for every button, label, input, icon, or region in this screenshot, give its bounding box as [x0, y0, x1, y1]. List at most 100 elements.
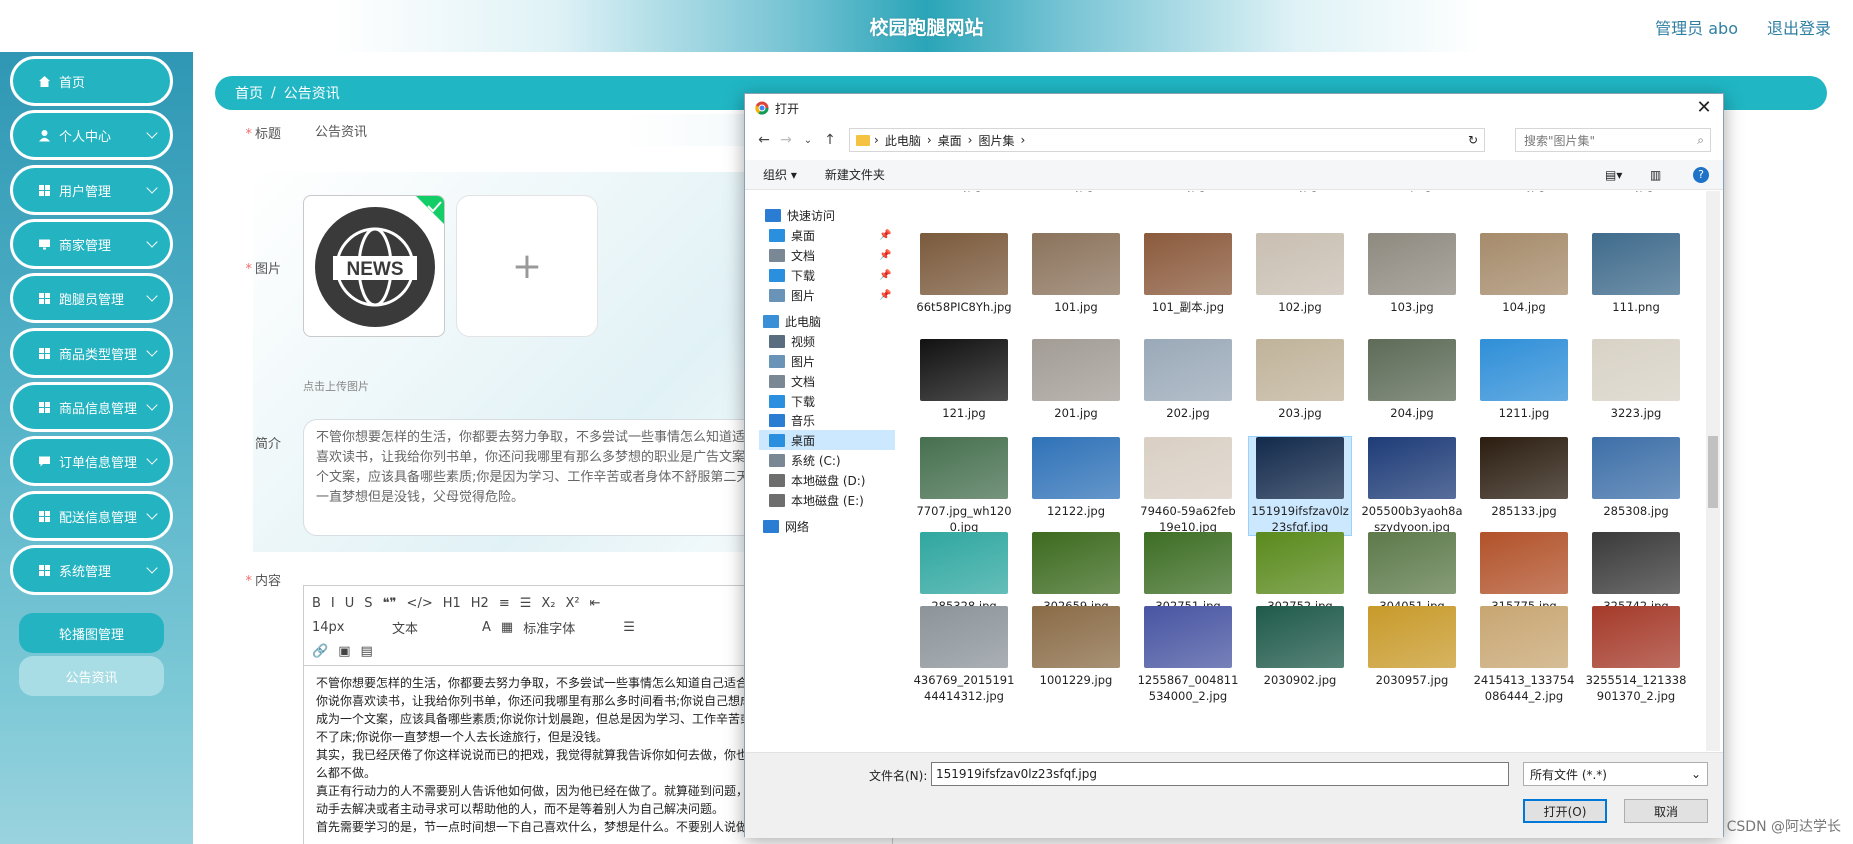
editor-tool-button[interactable]: ☰ [520, 596, 532, 611]
nav-tree-item[interactable]: 下载 [745, 391, 895, 411]
bg-color-icon[interactable]: ▦ [501, 620, 513, 635]
help-icon[interactable]: ? [1693, 166, 1709, 183]
file-tile[interactable]: 151919ifsfzav0lz23sfqf.jpg [1248, 436, 1352, 536]
editor-tool-button[interactable]: ⇤ [590, 596, 601, 611]
back-arrow-icon[interactable]: ← [753, 132, 775, 148]
editor-tool-button[interactable]: B [312, 596, 321, 611]
sidebar-item[interactable]: 跑腿员管理 [10, 273, 173, 323]
file-tile[interactable]: 302752.jpg [1249, 532, 1351, 614]
cancel-button[interactable]: 取消 [1624, 799, 1708, 823]
breadcrumb-home[interactable]: 首页 [235, 83, 263, 103]
nav-tree-item[interactable]: 图片 [745, 351, 895, 371]
nav-tree-item[interactable]: 图片 📌 [745, 285, 895, 305]
file-tile[interactable]: 103.jpg [1361, 233, 1463, 315]
nav-tree-item[interactable]: 桌面 [759, 430, 895, 450]
nav-tree-item[interactable]: 此电脑 [745, 311, 895, 331]
file-tile[interactable]: 18.jpg [1025, 191, 1127, 193]
file-tile[interactable]: 304051.jpg [1361, 532, 1463, 614]
sidebar-subitem[interactable]: 轮播图管理 [19, 613, 164, 653]
nav-tree-item[interactable]: 桌面 📌 [745, 225, 895, 245]
file-tile[interactable]: 111.png [1585, 233, 1687, 315]
logout-link[interactable]: 退出登录 [1767, 15, 1831, 39]
file-tile[interactable]: 79460-59a62feb19e10.jpg [1137, 437, 1239, 535]
nav-tree-item[interactable]: 快速访问 [745, 205, 895, 225]
nav-tree-item[interactable]: 视频 [745, 331, 895, 351]
nav-tree-item[interactable]: 本地磁盘 (D:) [745, 470, 895, 490]
recent-chevron-icon[interactable]: ⌄ [797, 135, 819, 146]
file-tile[interactable]: 17.jpg [913, 191, 1015, 193]
file-tile[interactable]: 19.jpg [1137, 191, 1239, 193]
scrollbar[interactable] [1706, 191, 1720, 751]
link-icon[interactable]: 🔗 [312, 644, 328, 659]
image-icon[interactable]: ▣ [338, 644, 350, 659]
file-tile[interactable]: 203.jpg [1249, 339, 1351, 421]
text-type-select[interactable]: 文本 [392, 618, 472, 637]
preview-pane-icon[interactable]: ▥ [1650, 168, 1661, 182]
up-arrow-icon[interactable]: ↑ [819, 132, 841, 148]
address-seg[interactable]: 图片集 [978, 132, 1014, 149]
open-button[interactable]: 打开(O) [1523, 799, 1607, 823]
file-tile[interactable]: 22.png [1361, 191, 1463, 193]
editor-tool-button[interactable]: H1 [443, 596, 461, 611]
align-icon[interactable]: ☰ [623, 620, 635, 635]
file-name-input[interactable]: 151919ifsfzav0lz23sfqf.jpg [931, 762, 1509, 786]
file-tile[interactable]: 50.jpg [1585, 191, 1687, 193]
uploaded-image-card[interactable]: NEWS [303, 195, 445, 337]
file-tile[interactable]: 285308.jpg [1585, 437, 1687, 519]
file-tile[interactable]: 1001229.jpg [1025, 606, 1127, 688]
address-bar[interactable]: › 此电脑 › 桌面 › 图片集 › ↻ [849, 128, 1485, 152]
file-tile[interactable]: 205500b3yaoh8aszydyoon.jpg [1361, 437, 1463, 535]
file-tile[interactable]: 201.jpg [1025, 339, 1127, 421]
font-size-select[interactable]: 14px [312, 620, 382, 635]
file-tile[interactable]: 101.jpg [1025, 233, 1127, 315]
file-tile[interactable]: 302659.jpg [1025, 532, 1127, 614]
editor-tool-button[interactable]: I [331, 596, 335, 611]
forward-arrow-icon[interactable]: → [775, 132, 797, 148]
editor-tool-button[interactable]: ≡ [499, 596, 510, 611]
file-tile[interactable]: 1211.jpg [1473, 339, 1575, 421]
new-folder-button[interactable]: 新建文件夹 [825, 166, 885, 183]
nav-tree-item[interactable]: 文档 📌 [745, 245, 895, 265]
file-tile[interactable]: 3223.jpg [1585, 339, 1687, 421]
editor-tool-button[interactable]: X₂ [541, 596, 555, 611]
sidebar-item[interactable]: 配送信息管理 [10, 491, 173, 541]
nav-tree-item[interactable]: 音乐 [745, 410, 895, 430]
file-tile[interactable]: 101_副本.jpg [1137, 233, 1239, 315]
editor-tool-button[interactable]: H2 [471, 596, 489, 611]
nav-tree-item[interactable]: 下载 📌 [745, 265, 895, 285]
file-tile[interactable]: 2415413_133754086444_2.jpg [1473, 606, 1575, 704]
file-tile[interactable]: 436769_201519144414312.jpg [913, 606, 1015, 704]
file-tile[interactable]: 285133.jpg [1473, 437, 1575, 519]
file-tile[interactable]: 285328.jpg [913, 532, 1015, 614]
scroll-thumb[interactable] [1708, 436, 1718, 508]
nav-tree-item[interactable]: 系统 (C:) [745, 450, 895, 470]
sidebar-item[interactable]: 个人中心 [10, 110, 173, 160]
editor-tool-button[interactable]: X² [566, 596, 580, 611]
font-color-icon[interactable]: A [482, 620, 491, 635]
refresh-icon[interactable]: ↻ [1468, 133, 1478, 147]
nav-tree-item[interactable]: 本地磁盘 (E:) [745, 490, 895, 510]
editor-tool-button[interactable]: </> [407, 596, 433, 611]
nav-tree-item[interactable]: 网络 [745, 516, 895, 536]
file-type-select[interactable]: 所有文件 (*.*) ⌄ [1523, 762, 1708, 786]
address-seg[interactable]: 此电脑 [885, 132, 921, 149]
file-tile[interactable]: 121.jpg [913, 339, 1015, 421]
editor-tool-button[interactable]: S [364, 596, 372, 611]
file-tile[interactable]: 7707.jpg_wh1200.jpg [913, 437, 1015, 535]
file-tile[interactable]: 325742.jpg [1585, 532, 1687, 614]
view-icon[interactable]: ▤▾ [1605, 168, 1622, 182]
sidebar-item[interactable]: 商家管理 [10, 219, 173, 269]
file-tile[interactable]: 3255514_121338901370_2.jpg [1585, 606, 1687, 704]
video-icon[interactable]: ▤ [360, 644, 372, 659]
editor-tool-button[interactable]: U [345, 596, 355, 611]
file-tile[interactable]: 315775.jpg [1473, 532, 1575, 614]
file-tile[interactable]: 2030957.jpg [1361, 606, 1463, 688]
editor-tool-button[interactable]: ❝❞ [383, 596, 397, 611]
file-tile[interactable]: 2030902.jpg [1249, 606, 1351, 688]
sidebar-item[interactable]: 系统管理 [10, 545, 173, 595]
sidebar-item[interactable]: 订单信息管理 [10, 436, 173, 486]
organize-button[interactable]: 组织 ▾ [763, 166, 797, 183]
file-tile[interactable]: 102.jpg [1249, 233, 1351, 315]
sidebar-item[interactable]: 商品信息管理 [10, 382, 173, 432]
file-tile[interactable]: 204.jpg [1361, 339, 1463, 421]
